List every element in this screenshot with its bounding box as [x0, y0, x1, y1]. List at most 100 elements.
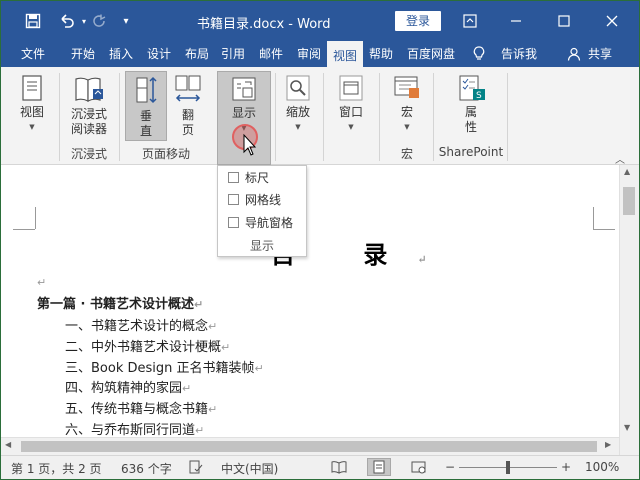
macros-button[interactable]: 宏 ▼	[389, 75, 425, 135]
show-label: 显示	[231, 106, 256, 120]
ribbon-separator	[379, 73, 380, 161]
immersive-reader-icon	[74, 75, 104, 107]
checkbox-icon	[228, 171, 239, 183]
paragraph-mark: ↵	[37, 276, 47, 289]
margin-mark	[593, 229, 615, 230]
read-mode-icon[interactable]	[331, 460, 347, 477]
customize-toolbar-icon[interactable]: ▾	[119, 11, 133, 31]
svg-text:S: S	[476, 91, 482, 101]
ribbon-separator	[323, 73, 324, 161]
scrollbar-thumb[interactable]	[21, 441, 597, 452]
magnifier-icon	[286, 75, 310, 105]
zoom-label: 缩放	[285, 105, 310, 119]
horizontal-scrollbar[interactable]: ◀ ▶	[1, 437, 619, 455]
window-label: 窗口	[338, 105, 363, 119]
views-button[interactable]: 视图 ▼	[13, 75, 51, 135]
toc-line: 三、Book Design 正名书籍装帧↵	[65, 361, 264, 376]
zoom-percentage[interactable]: 100%	[585, 460, 619, 474]
word-count[interactable]: 636 个字	[121, 460, 172, 477]
scroll-down-icon[interactable]: ▼	[624, 423, 630, 432]
navigation-pane-checkbox[interactable]: 导航窗格	[218, 211, 306, 233]
properties-button[interactable]: S 属 性	[449, 75, 493, 135]
sharepoint-properties-icon: S	[456, 75, 486, 105]
toc-line: 四、构筑精神的家园↵	[65, 381, 192, 396]
page-flip-icon	[174, 74, 202, 108]
show-button[interactable]: 显示 ▼	[217, 71, 271, 165]
scroll-left-icon[interactable]: ◀	[5, 440, 11, 449]
ribbon-display-options-icon[interactable]	[455, 7, 485, 35]
tell-me-search[interactable]: 告诉我	[495, 41, 543, 67]
tab-file[interactable]: 文件	[9, 41, 57, 67]
group-label-macro: 宏	[400, 147, 413, 161]
chevron-down-icon: ▼	[348, 123, 354, 131]
ruler-checkbox[interactable]: 标尺	[218, 166, 306, 188]
tab-help[interactable]: 帮助	[365, 41, 397, 67]
chevron-down-icon: ▼	[29, 123, 35, 131]
group-label-page-move: 页面移动	[141, 147, 190, 161]
document-view-icon	[20, 75, 44, 105]
side-to-side-button[interactable]: 翻 页	[169, 74, 207, 138]
margin-mark	[593, 207, 594, 229]
language-status[interactable]: 中文(中国)	[221, 460, 278, 477]
scrollbar-thumb[interactable]	[623, 187, 635, 215]
print-layout-icon[interactable]	[367, 458, 391, 476]
immersive-reader-button[interactable]: 沉浸式 阅读器	[65, 75, 113, 137]
click-indicator-icon	[230, 122, 260, 160]
tab-view[interactable]: 视图	[327, 41, 363, 67]
toc-line: 一、书籍艺术设计的概念↵	[65, 319, 218, 334]
scroll-up-icon[interactable]: ▲	[624, 167, 630, 176]
page-flip-label-2: 页	[181, 123, 194, 137]
close-button[interactable]	[597, 7, 627, 35]
zoom-in-button[interactable]: +	[561, 460, 571, 474]
redo-icon[interactable]	[89, 11, 111, 31]
gridlines-checkbox[interactable]: 网格线	[218, 188, 306, 210]
tab-review[interactable]: 审阅	[293, 41, 325, 67]
show-icon	[231, 76, 257, 106]
window-icon	[339, 75, 363, 105]
word-window: ▾ ▾ 书籍目录.docx - Word 登录 文件 开始 插入 设计 布局 引…	[0, 0, 640, 480]
save-icon[interactable]	[21, 11, 45, 31]
immersive-reader-label-1: 沉浸式	[70, 107, 107, 121]
tab-mailings[interactable]: 邮件	[255, 41, 287, 67]
toc-line: 第一篇 · 书籍艺术设计概述↵	[37, 297, 204, 312]
vertical-label-1: 垂	[139, 109, 152, 123]
window-button[interactable]: 窗口 ▼	[333, 75, 369, 135]
zoom-out-button[interactable]: −	[445, 460, 455, 474]
share-button[interactable]: 共享	[583, 41, 617, 67]
undo-dropdown-icon[interactable]: ▾	[79, 11, 89, 31]
minimize-button[interactable]	[501, 7, 531, 35]
immersive-reader-label-2: 阅读器	[70, 122, 107, 136]
lightbulb-icon	[473, 46, 485, 65]
document-canvas[interactable]: 目 录↵ ↵ 第一篇 · 书籍艺术设计概述↵ 一、书籍艺术设计的概念↵ 二、中外…	[1, 165, 619, 437]
group-label-immersive: 沉浸式	[70, 147, 107, 161]
zoom-button[interactable]: 缩放 ▼	[281, 75, 315, 135]
proofing-icon[interactable]	[189, 460, 203, 477]
ribbon-separator	[507, 73, 508, 161]
tab-references[interactable]: 引用	[217, 41, 249, 67]
checkbox-icon	[228, 216, 239, 228]
tab-design[interactable]: 设计	[143, 41, 175, 67]
tab-insert[interactable]: 插入	[105, 41, 137, 67]
title-bar: ▾ ▾ 书籍目录.docx - Word 登录	[1, 1, 639, 41]
margin-mark	[13, 229, 35, 230]
tab-layout[interactable]: 布局	[181, 41, 213, 67]
undo-icon[interactable]	[55, 11, 79, 31]
toc-line: 五、传统书籍与概念书籍↵	[65, 402, 218, 417]
tab-baidu-netdisk[interactable]: 百度网盘	[401, 41, 461, 67]
ribbon-separator	[275, 73, 276, 161]
collapse-ribbon-icon[interactable]: ︿	[615, 151, 625, 166]
vertical-page-move-button[interactable]: 垂 直	[125, 71, 167, 141]
maximize-button[interactable]	[549, 7, 579, 35]
toc-line: 六、与乔布斯同行同道↵	[65, 423, 205, 437]
page-count[interactable]: 第 1 页，共 2 页	[11, 460, 102, 477]
login-button[interactable]: 登录	[395, 11, 441, 31]
status-bar: 第 1 页，共 2 页 636 个字 中文(中国) − + 100%	[1, 455, 639, 479]
web-layout-icon[interactable]	[411, 460, 427, 477]
scroll-right-icon[interactable]: ▶	[605, 440, 611, 449]
tab-home[interactable]: 开始	[65, 41, 101, 67]
vertical-scrollbar[interactable]: ▲ ▼	[619, 165, 639, 455]
zoom-slider-thumb[interactable]	[506, 461, 510, 474]
show-dropdown-menu: 标尺 网格线 导航窗格 显示	[217, 165, 307, 257]
macro-icon	[393, 75, 421, 105]
views-label: 视图	[19, 105, 44, 119]
